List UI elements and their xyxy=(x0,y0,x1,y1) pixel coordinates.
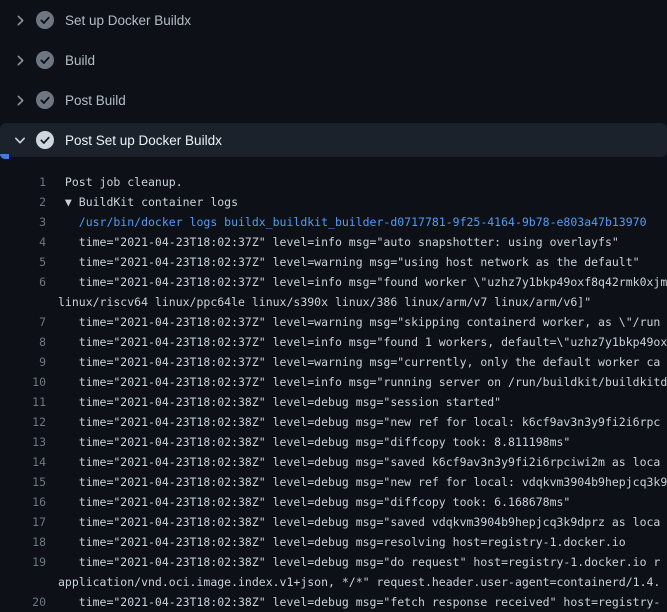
log-line-4: 4 time="2021-04-23T18:02:37Z" level=info… xyxy=(0,232,667,252)
log-line-16: 16 time="2021-04-23T18:02:38Z" level=deb… xyxy=(0,492,667,512)
step-label: Set up Docker Buildx xyxy=(65,13,191,28)
log-line-8: 8 time="2021-04-23T18:02:37Z" level=info… xyxy=(0,332,667,352)
step-header-set-up-docker-buildx[interactable]: Set up Docker Buildx xyxy=(0,0,667,40)
log-group-toggle[interactable]: ▼ BuildKit container logs xyxy=(46,192,238,212)
step-header-build[interactable]: Build xyxy=(0,40,667,80)
step-label: Post Build xyxy=(65,93,126,108)
step-slot-post-set-up-docker-buildx: Post Set up Docker Buildx xyxy=(0,123,667,163)
line-number[interactable]: 2 xyxy=(0,192,46,212)
step-slot-build: Build xyxy=(0,40,667,80)
log-line-15: 15 time="2021-04-23T18:02:38Z" level=deb… xyxy=(0,472,667,492)
log-text: time="2021-04-23T18:02:38Z" level=debug … xyxy=(46,432,570,452)
focus-accent xyxy=(0,154,9,159)
log-line-17: 17 time="2021-04-23T18:02:38Z" level=deb… xyxy=(0,512,667,532)
line-number[interactable]: 19 xyxy=(0,552,46,572)
line-number xyxy=(0,572,46,592)
log-line-7: 7 time="2021-04-23T18:02:37Z" level=warn… xyxy=(0,312,667,332)
check-circle-icon xyxy=(36,51,54,69)
log-line-wrap: application/vnd.oci.image.index.v1+json,… xyxy=(0,572,667,592)
line-number[interactable]: 12 xyxy=(0,412,46,432)
check-circle-icon xyxy=(36,11,54,29)
log-text: time="2021-04-23T18:02:38Z" level=debug … xyxy=(46,392,501,412)
line-number[interactable]: 13 xyxy=(0,432,46,452)
line-number[interactable]: 17 xyxy=(0,512,46,532)
line-number[interactable]: 14 xyxy=(0,452,46,472)
step-label: Post Set up Docker Buildx xyxy=(65,133,222,148)
log-text: time="2021-04-23T18:02:38Z" level=debug … xyxy=(46,512,660,532)
step-slot-set-up-docker-buildx: Set up Docker Buildx xyxy=(0,0,667,40)
log-text: time="2021-04-23T18:02:37Z" level=warnin… xyxy=(46,352,660,372)
log-text: time="2021-04-23T18:02:38Z" level=debug … xyxy=(46,592,660,612)
line-number[interactable]: 8 xyxy=(0,332,46,352)
line-number[interactable]: 9 xyxy=(0,352,46,372)
line-number[interactable]: 1 xyxy=(0,172,46,192)
log-text: application/vnd.oci.image.index.v1+json,… xyxy=(46,572,660,592)
step-slot-post-build: Post Build xyxy=(0,80,667,120)
line-number[interactable]: 6 xyxy=(0,272,46,292)
log-line-12: 12 time="2021-04-23T18:02:38Z" level=deb… xyxy=(0,412,667,432)
log-text: time="2021-04-23T18:02:38Z" level=debug … xyxy=(46,552,660,572)
log-text: time="2021-04-23T18:02:38Z" level=debug … xyxy=(46,452,660,472)
log-line-14: 14 time="2021-04-23T18:02:38Z" level=deb… xyxy=(0,452,667,472)
step-label: Build xyxy=(65,53,95,68)
line-number[interactable]: 16 xyxy=(0,492,46,512)
log-line-wrap: linux/riscv64 linux/ppc64le linux/s390x … xyxy=(0,292,667,312)
chevron-right-icon xyxy=(14,94,26,106)
log-line-5: 5 time="2021-04-23T18:02:37Z" level=warn… xyxy=(0,252,667,272)
chevron-right-icon xyxy=(14,54,26,66)
log-line-13: 13 time="2021-04-23T18:02:38Z" level=deb… xyxy=(0,432,667,452)
log-text: time="2021-04-23T18:02:37Z" level=info m… xyxy=(46,372,667,392)
log-text: time="2021-04-23T18:02:37Z" level=info m… xyxy=(46,332,667,352)
line-number[interactable]: 5 xyxy=(0,252,46,272)
log-lines: 1 Post job cleanup.2 ▼ BuildKit containe… xyxy=(0,163,667,612)
line-number[interactable]: 7 xyxy=(0,312,46,332)
log-text: time="2021-04-23T18:02:38Z" level=debug … xyxy=(46,472,667,492)
line-number[interactable]: 15 xyxy=(0,472,46,492)
log-line-19: 19 time="2021-04-23T18:02:38Z" level=deb… xyxy=(0,552,667,572)
log-line-6: 6 time="2021-04-23T18:02:37Z" level=info… xyxy=(0,272,667,292)
step-header-post-set-up-docker-buildx[interactable]: Post Set up Docker Buildx xyxy=(0,123,667,157)
check-circle-icon xyxy=(36,131,54,149)
line-number[interactable]: 3 xyxy=(0,212,46,232)
log-command-text: /usr/bin/docker logs buildx_buildkit_bui… xyxy=(46,212,647,232)
check-circle-icon xyxy=(36,91,54,109)
line-number[interactable]: 4 xyxy=(0,232,46,252)
log-line-1: 1 Post job cleanup. xyxy=(0,172,667,192)
log-line-11: 11 time="2021-04-23T18:02:38Z" level=deb… xyxy=(0,392,667,412)
log-line-20: 20 time="2021-04-23T18:02:38Z" level=deb… xyxy=(0,592,667,612)
log-line-10: 10 time="2021-04-23T18:02:37Z" level=inf… xyxy=(0,372,667,392)
log-line-3: 3 /usr/bin/docker logs buildx_buildkit_b… xyxy=(0,212,667,232)
log-text: time="2021-04-23T18:02:37Z" level=info m… xyxy=(46,272,667,292)
log-text: Post job cleanup. xyxy=(46,172,183,192)
log-text: time="2021-04-23T18:02:37Z" level=warnin… xyxy=(46,252,640,272)
chevron-down-icon xyxy=(14,134,26,146)
steps-list: Set up Docker Buildx Build Post Build Post … xyxy=(0,0,667,163)
line-number[interactable]: 20 xyxy=(0,592,46,612)
log-text: time="2021-04-23T18:02:38Z" level=debug … xyxy=(46,492,570,512)
actions-log-viewer: { "colors": { "background": "#0d1117", "… xyxy=(0,0,667,600)
chevron-right-icon xyxy=(14,14,26,26)
line-number[interactable]: 18 xyxy=(0,532,46,552)
line-number[interactable]: 11 xyxy=(0,392,46,412)
log-line-2: 2 ▼ BuildKit container logs xyxy=(0,192,667,212)
line-number[interactable]: 10 xyxy=(0,372,46,392)
line-number xyxy=(0,292,46,312)
log-text: time="2021-04-23T18:02:38Z" level=debug … xyxy=(46,412,660,432)
log-line-18: 18 time="2021-04-23T18:02:38Z" level=deb… xyxy=(0,532,667,552)
log-text: time="2021-04-23T18:02:37Z" level=warnin… xyxy=(46,312,660,332)
log-text: time="2021-04-23T18:02:38Z" level=debug … xyxy=(46,532,626,552)
log-line-9: 9 time="2021-04-23T18:02:37Z" level=warn… xyxy=(0,352,667,372)
log-text: linux/riscv64 linux/ppc64le linux/s390x … xyxy=(46,292,591,312)
step-header-post-build[interactable]: Post Build xyxy=(0,80,667,120)
log-text: time="2021-04-23T18:02:37Z" level=info m… xyxy=(46,232,619,252)
